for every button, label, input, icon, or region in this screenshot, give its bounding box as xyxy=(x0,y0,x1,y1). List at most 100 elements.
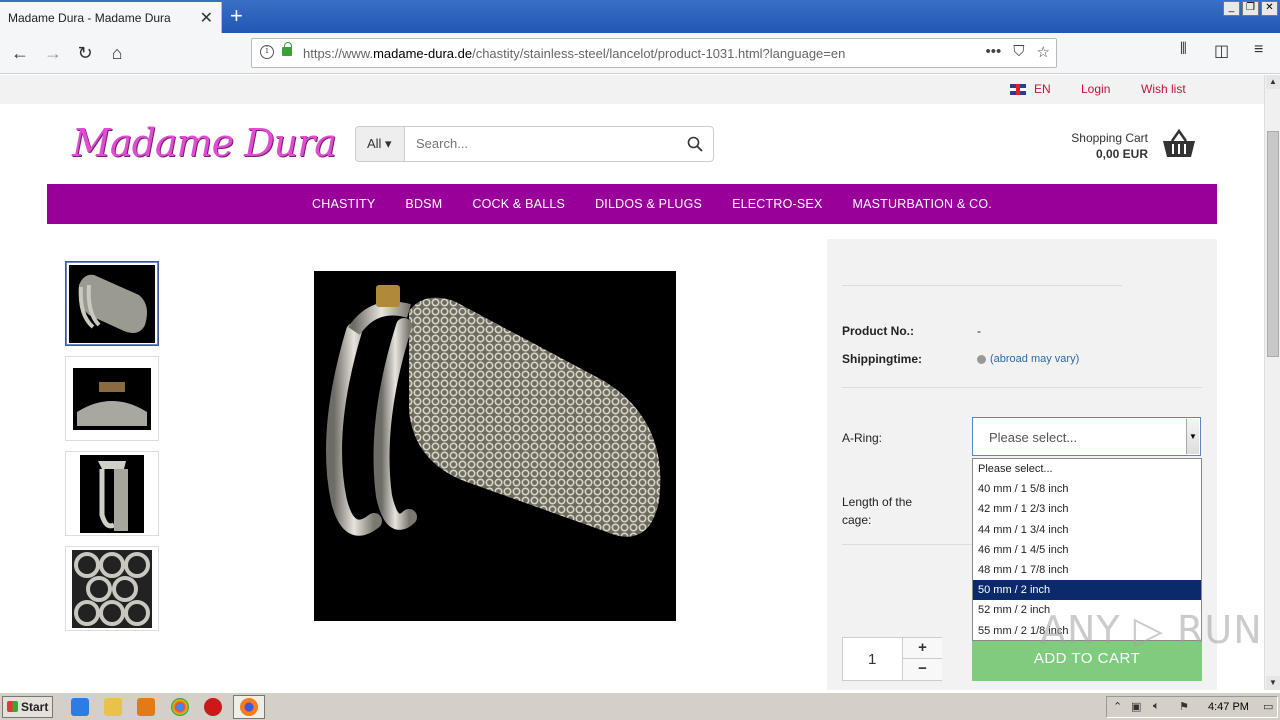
main-menu: CHASTITY BDSM COCK & BALLS DILDOS & PLUG… xyxy=(47,184,1217,224)
opera-icon[interactable] xyxy=(204,698,222,716)
url-prefix: https://www. xyxy=(303,46,374,61)
quantity-input[interactable]: 1 xyxy=(868,651,876,668)
library-icon[interactable]: ⫴ xyxy=(1180,41,1187,59)
anyrun-watermark: ANY ▷ RUN xyxy=(1040,608,1263,652)
a-ring-option[interactable]: 42 mm / 1 2/3 inch xyxy=(973,499,1201,519)
volume-icon[interactable]: 🔈︎ xyxy=(1153,700,1160,713)
quantity-stepper: 1 + − xyxy=(842,637,942,681)
page-actions-icon[interactable]: ••• xyxy=(986,43,1002,61)
thumbnail-image xyxy=(69,264,155,343)
basket-icon[interactable] xyxy=(1162,129,1196,159)
url-domain: madame-dura.de xyxy=(373,46,473,61)
a-ring-option[interactable]: 40 mm / 1 5/8 inch xyxy=(973,479,1201,499)
system-tray: ⌃ ▣ 🔈︎ ⚑ ▭ xyxy=(1106,696,1278,718)
login-link[interactable]: Login xyxy=(1081,82,1110,96)
thumbnail-3[interactable] xyxy=(65,451,159,536)
cart-amount: 0,00 EUR xyxy=(1095,147,1148,161)
address-bar[interactable]: i https://www.madame-dura.de/chastity/st… xyxy=(251,38,1057,68)
scroll-down-arrow-icon[interactable]: ▼ xyxy=(1266,676,1280,690)
divider xyxy=(842,387,1202,388)
site-logo[interactable]: Madame Dura xyxy=(72,121,337,165)
pocket-icon[interactable]: ⛉ xyxy=(1013,43,1024,61)
a-ring-option[interactable]: 44 mm / 1 3/4 inch xyxy=(973,520,1201,540)
back-arrow-icon[interactable]: ← xyxy=(7,41,33,67)
tab-close-icon[interactable]: ✕ xyxy=(200,8,213,28)
lock-icon xyxy=(282,42,292,56)
thumbnail-4[interactable] xyxy=(65,546,159,631)
language-label: EN xyxy=(1034,82,1051,96)
top-strip: EN Login Wish list xyxy=(0,75,1264,104)
show-desktop-icon[interactable]: ▭ xyxy=(1263,700,1273,713)
wishlist-link[interactable]: Wish list xyxy=(1141,82,1186,96)
search-input[interactable] xyxy=(416,136,666,151)
search-icon[interactable] xyxy=(687,136,703,152)
menu-item-bdsm[interactable]: BDSM xyxy=(405,184,442,224)
product-no-label: Product No.: xyxy=(842,324,914,338)
action-center-flag-icon[interactable]: ⚑ xyxy=(1179,700,1189,713)
url-text[interactable]: https://www.madame-dura.de/chastity/stai… xyxy=(303,46,845,61)
main-product-image[interactable] xyxy=(314,271,676,621)
tray-expand-icon[interactable]: ⌃ xyxy=(1113,700,1122,713)
divider xyxy=(842,285,1122,286)
scroll-up-arrow-icon[interactable]: ▲ xyxy=(1266,75,1280,89)
bookmark-star-icon[interactable]: ☆ xyxy=(1037,43,1050,61)
thumbnail-image xyxy=(80,454,144,533)
browser-tab[interactable]: Madame Dura - Madame Dura ✕ xyxy=(0,2,222,33)
divider xyxy=(842,544,972,545)
shopping-cart[interactable]: Shopping Cart 0,00 EUR xyxy=(1068,131,1148,161)
start-button[interactable]: Start xyxy=(2,696,53,718)
product-no-value: - xyxy=(977,324,981,338)
page-scrollbar[interactable]: ▲ ▼ xyxy=(1264,75,1280,690)
menu-item-dildos-plugs[interactable]: DILDOS & PLUGS xyxy=(595,184,702,224)
menu-item-chastity[interactable]: CHASTITY xyxy=(312,184,375,224)
browser-navbar: ← → ↻ ⌂ i https://www.madame-dura.de/cha… xyxy=(0,33,1280,74)
shipping-note[interactable]: (abroad may vary) xyxy=(990,353,1079,365)
window-controls: _ ❐ ✕ xyxy=(1223,1,1278,16)
info-icon[interactable]: i xyxy=(260,45,274,59)
menu-item-masturbation[interactable]: MASTURBATION & CO. xyxy=(852,184,992,224)
a-ring-label: A-Ring: xyxy=(842,431,883,445)
ie-icon[interactable] xyxy=(71,698,89,716)
restore-button[interactable]: ❐ xyxy=(1242,1,1259,16)
search-box: All ▾ xyxy=(355,126,714,162)
minimize-button[interactable]: _ xyxy=(1223,1,1240,16)
firefox-icon xyxy=(240,698,258,716)
scrollbar-thumb[interactable] xyxy=(1267,131,1279,357)
uk-flag-icon xyxy=(1010,83,1026,95)
search-category-dropdown[interactable]: All ▾ xyxy=(356,127,405,161)
a-ring-option[interactable]: 48 mm / 1 7/8 inch xyxy=(973,560,1201,580)
dropdown-arrow-icon[interactable]: ▼ xyxy=(1186,419,1199,454)
close-window-button[interactable]: ✕ xyxy=(1261,1,1278,16)
a-ring-option[interactable]: 46 mm / 1 4/5 inch xyxy=(973,540,1201,560)
chrome-icon[interactable] xyxy=(171,698,189,716)
network-icon[interactable]: ▣ xyxy=(1131,700,1141,713)
home-icon[interactable]: ⌂ xyxy=(104,41,130,67)
url-actions: ••• ⛉ ☆ xyxy=(986,43,1050,61)
language-switch[interactable]: EN xyxy=(1010,82,1051,96)
tab-title: Madame Dura - Madame Dura xyxy=(8,11,171,25)
window-titlebar: Madame Dura - Madame Dura ✕ + _ ❐ ✕ xyxy=(0,0,1280,33)
a-ring-option-highlighted[interactable]: 50 mm / 2 inch xyxy=(973,580,1201,601)
firefox-taskbar-button[interactable] xyxy=(233,695,265,719)
folder-icon[interactable] xyxy=(104,698,122,716)
url-path: /chastity/stainless-steel/lancelot/produ… xyxy=(472,46,846,61)
a-ring-select[interactable]: Please select... ▼ xyxy=(972,417,1201,456)
thumbnail-image xyxy=(69,359,155,438)
menu-item-cock-balls[interactable]: COCK & BALLS xyxy=(472,184,565,224)
forward-arrow-icon[interactable]: → xyxy=(40,41,66,67)
quantity-increase-button[interactable]: + xyxy=(902,638,942,659)
sidebar-icon[interactable]: ◫ xyxy=(1214,41,1229,61)
thumbnail-1[interactable] xyxy=(65,261,159,346)
cage-length-label: Length of the cage: xyxy=(842,495,913,527)
new-tab-button[interactable]: + xyxy=(230,3,243,29)
thumbnail-2[interactable] xyxy=(65,356,159,441)
a-ring-selected-value: Please select... xyxy=(989,430,1078,445)
a-ring-option[interactable]: Please select... xyxy=(973,459,1201,479)
menu-item-electro-sex[interactable]: ELECTRO-SEX xyxy=(732,184,822,224)
quantity-decrease-button[interactable]: − xyxy=(902,659,942,680)
reload-icon[interactable]: ↻ xyxy=(72,41,98,67)
shipping-time-label: Shippingtime: xyxy=(842,352,922,366)
hamburger-menu-icon[interactable]: ≡ xyxy=(1254,41,1263,59)
media-player-icon[interactable] xyxy=(137,698,155,716)
thumbnail-image xyxy=(72,549,152,628)
